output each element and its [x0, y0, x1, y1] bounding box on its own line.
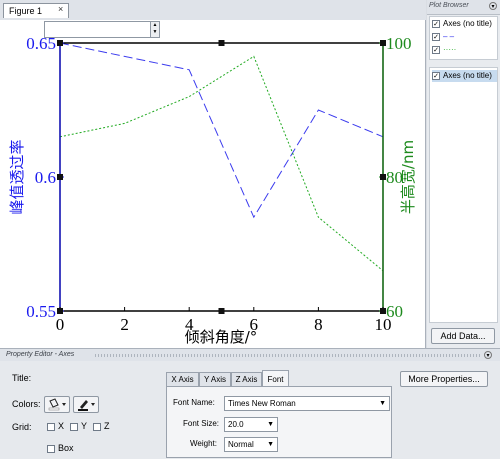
tab-y-axis[interactable]: Y Axis: [199, 372, 231, 386]
x-tick-label: 0: [56, 315, 65, 334]
close-icon[interactable]: ×: [58, 4, 63, 14]
plot-browser-item[interactable]: ✓ – –: [432, 31, 497, 43]
grid-y-checkbox[interactable]: Y: [70, 421, 87, 431]
plot-browser-item-selected[interactable]: ✓ Axes (no title): [432, 70, 497, 82]
title-input[interactable]: [44, 21, 152, 38]
selection-handle[interactable]: [57, 308, 63, 314]
tab-x-axis[interactable]: X Axis: [166, 372, 199, 386]
plot-browser: Plot Browser ▾ ✓ Axes (no title) ✓ – – ✓ ··…: [427, 0, 500, 348]
selection-handle[interactable]: [218, 40, 225, 46]
plot-browser-list: ✓ Axes (no title) ✓ – – ✓ ·····: [429, 16, 498, 60]
dropdown-arrow-icon: ▼: [267, 421, 274, 428]
plot-browser-title: Plot Browser: [429, 2, 469, 9]
checkbox[interactable]: ✓: [432, 45, 440, 54]
plot-browser-item[interactable]: ✓ Axes (no title): [432, 18, 497, 30]
weight-select[interactable]: Normal ▼: [224, 437, 278, 452]
pen-icon: [78, 400, 95, 411]
checkbox[interactable]: ✓: [432, 71, 440, 80]
panel-menu-icon[interactable]: ▾: [484, 351, 492, 359]
y-right-axis-label: 半高宽/nm: [399, 140, 417, 214]
dropdown-arrow-icon: ▼: [267, 441, 274, 448]
figure-canvas[interactable]: 0 2 4 6 8 10 0.55 0.6 0.65 60 80 100 倾斜角度/° 峰值透过率 半…: [0, 20, 426, 348]
y-left-tick-label: 0.55: [26, 302, 56, 321]
colors-label: Colors:: [12, 399, 41, 409]
title-spinner[interactable]: ▲ ▼: [150, 21, 160, 38]
x-tick-label: 2: [120, 315, 129, 334]
edge-color-button[interactable]: [73, 396, 99, 413]
axes-box[interactable]: [59, 42, 384, 312]
x-tick-label: 8: [314, 315, 323, 334]
tab-z-axis[interactable]: Z Axis: [231, 372, 262, 386]
grid-z-checkbox[interactable]: Z: [93, 421, 110, 431]
property-editor-title: Property Editor - Axes: [6, 351, 75, 358]
y-left-axis-label: 峰值透过率: [8, 139, 26, 214]
y-right-tick-label: 60: [386, 302, 403, 321]
y-right-tick-label: 100: [386, 34, 412, 53]
plot-browser-header: Plot Browser ▾: [427, 0, 500, 15]
tab-font[interactable]: Font: [262, 370, 289, 387]
font-name-label: Font Name:: [173, 398, 215, 407]
dropdown-arrow-icon: ▼: [379, 400, 386, 407]
panel-menu-icon[interactable]: ▾: [489, 2, 497, 10]
add-data-button[interactable]: Add Data...: [431, 328, 495, 344]
header-grip: [95, 354, 480, 357]
selection-handle[interactable]: [57, 174, 63, 180]
series-line-fwhm[interactable]: [59, 55, 384, 272]
checkbox[interactable]: ✓: [432, 32, 440, 41]
plot-browser-item[interactable]: ✓ ·····: [432, 44, 497, 56]
title-label: Title:: [12, 373, 32, 383]
series-line-transmittance[interactable]: [59, 42, 384, 219]
plot-browser-axes-list: ✓ Axes (no title): [429, 67, 498, 323]
box-checkbox[interactable]: Box: [47, 443, 74, 453]
font-size-select[interactable]: 20.0 ▼: [224, 417, 278, 432]
font-size-label: Font Size:: [183, 419, 220, 428]
selection-handle[interactable]: [57, 40, 63, 46]
property-editor-header: Property Editor - Axes ▾: [0, 349, 500, 361]
figure-tab-strip: Figure 1 ×: [0, 0, 426, 21]
plot-svg: 0 2 4 6 8 100.550.60.656080100 倾斜角度/° 峰值透过率 半…: [8, 34, 417, 346]
grid-label: Grid:: [12, 422, 32, 432]
figure-tab-label: Figure 1: [9, 6, 43, 16]
more-properties-button[interactable]: More Properties...: [400, 371, 488, 387]
y-left-tick-label: 0.6: [35, 168, 56, 187]
paint-bucket-icon: [48, 398, 66, 411]
selection-handle[interactable]: [218, 308, 225, 314]
face-color-button[interactable]: [44, 396, 70, 413]
checkbox[interactable]: ✓: [432, 19, 440, 28]
figure-tab[interactable]: Figure 1 ×: [3, 3, 69, 18]
font-name-select[interactable]: Times New Roman ▼: [224, 396, 390, 411]
grid-x-checkbox[interactable]: X: [47, 421, 64, 431]
x-axis-label: 倾斜角度/°: [185, 328, 258, 346]
weight-label: Weight:: [190, 439, 217, 448]
